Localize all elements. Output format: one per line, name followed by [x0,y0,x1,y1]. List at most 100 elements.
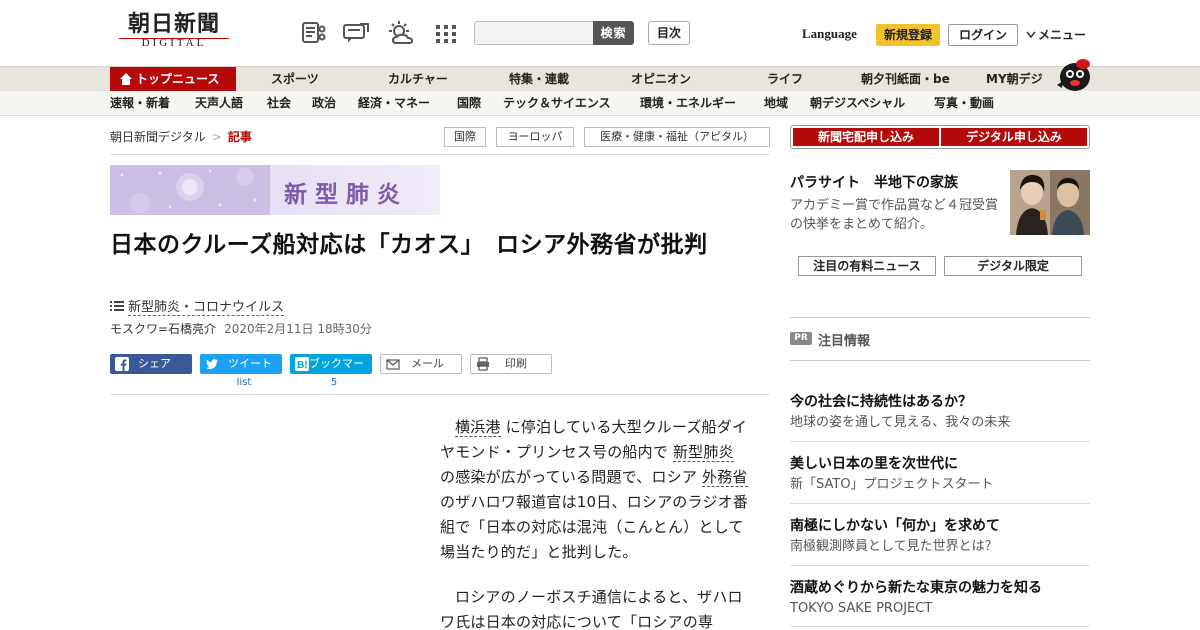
topic-label: 新型肺炎・コロナウイルス [128,300,285,316]
keyword-link-pneumonia[interactable]: 新型肺炎 [672,443,734,462]
tag-medical[interactable]: 医療・健康・福祉（アピタル） [584,127,770,147]
svg-text:B!: B! [297,360,308,371]
mail-share-button[interactable]: メール [380,354,462,374]
mail-label: メール [411,357,444,370]
login-button[interactable]: ログイン [948,24,1018,46]
pr-item[interactable]: 酒蔵めぐりから新たな東京の魅力を知る TOKYO SAKE PROJECT [790,578,1090,619]
search-button[interactable]: 検索 [593,21,634,45]
topic-banner[interactable]: 新型肺炎 [110,165,440,215]
hatena-label: ブックマーク [309,357,364,390]
toc-button[interactable]: 目次 [648,21,690,45]
facebook-label: シェア [138,357,171,370]
nav-paper[interactable]: 朝夕刊紙面・be [861,67,950,91]
pr-badge: PR [790,332,812,345]
paragraph-text: の感染が広がっている問題で、ロシア [440,468,698,486]
article-headline: 日本のクルーズ船対応は「カオス」 ロシア外務省が批判 [110,232,708,258]
mascot-icon[interactable] [1053,55,1093,93]
hatena-bookmark-button[interactable]: B! ブックマーク [290,354,372,390]
divider [110,154,770,155]
promo-thumbnail[interactable] [1010,170,1090,235]
pr-item-title: 美しい日本の里を次世代に [790,456,958,472]
site-logo[interactable]: 朝日新聞 DIGITAL [115,12,233,54]
promo-title[interactable]: パラサイト 半地下の家族 [790,172,958,192]
weather-icon[interactable] [386,20,414,46]
divider [790,360,1090,361]
subnav-environment[interactable]: 環境・エネルギー [640,91,736,116]
nav-top-news[interactable]: トップニュース [110,67,236,91]
pr-item-title: 南極にしかない「何か」を求めて [790,518,1000,534]
subnav-tech[interactable]: テック＆サイエンス [503,91,611,116]
facebook-share-button[interactable]: シェア [110,354,192,374]
byline: モスクワ=石橋亮介 2020年2月11日 18時30分 [110,320,372,337]
chevron-down-icon [1026,31,1036,39]
pr-item[interactable]: 美しい日本の里を次世代に 新「SATO」プロジェクトスタート [790,454,1090,495]
logo-jp: 朝日新聞 [127,11,220,37]
logo-divider [119,38,229,39]
newspaper-subscribe-button[interactable]: 新聞宅配申し込み [793,128,939,146]
facebook-icon [115,357,129,371]
subnav-special[interactable]: 朝デジスペシャル [810,91,905,116]
subnav-politics[interactable]: 政治 [312,91,336,116]
nav-sports[interactable]: スポーツ [271,67,319,91]
speech-bubble-icon[interactable] [342,20,370,46]
register-button[interactable]: 新規登録 [876,24,940,46]
hatena-bookmark-icon: B! [295,357,309,371]
tag-international[interactable]: 国際 [444,127,486,147]
grid-icon[interactable] [432,20,460,46]
publish-date: 2020年2月11日 18時30分 [224,322,372,336]
menu-button[interactable]: メニュー [1026,26,1086,43]
menu-label: メニュー [1038,28,1087,42]
search-input[interactable] [474,21,594,45]
home-icon [120,73,132,85]
digital-subscribe-button[interactable]: デジタル申し込み [941,128,1087,146]
breadcrumb: 朝日新聞デジタル > 記事 [110,128,252,145]
divider [110,394,770,395]
list-icon [110,301,124,311]
paid-news-button[interactable]: 注目の有料ニュース [798,256,936,276]
keyword-link-yokohama[interactable]: 横浜港 [455,418,501,437]
keyword-link-foreign-ministry[interactable]: 外務省 [702,468,748,487]
divider [790,626,1090,627]
print-label: 印刷 [505,357,527,370]
print-button[interactable]: 印刷 [470,354,552,374]
hatena-count[interactable]: 5 [290,377,378,388]
breadcrumb-site[interactable]: 朝日新聞デジタル [110,130,206,144]
subnav-breaking[interactable]: 速報・新着 [110,91,170,116]
subnav-international[interactable]: 国際 [457,91,481,116]
language-link[interactable]: Language [802,26,857,42]
nav-label: トップニュース [136,72,220,86]
nav-features[interactable]: 特集・連載 [509,67,569,91]
banner-title: 新型肺炎 [284,182,408,208]
subnav-society[interactable]: 社会 [267,91,291,116]
nav-culture[interactable]: カルチャー [388,67,448,91]
subnav-photo[interactable]: 写真・動画 [934,91,994,116]
pr-item-title: 今の社会に持続性はあるか？ [790,394,972,410]
breadcrumb-separator: > [211,130,222,144]
twitter-share-button[interactable]: ツイート [200,354,282,374]
nav-my-asadeji[interactable]: MY朝デジ [986,67,1043,91]
subnav-region[interactable]: 地域 [764,91,788,116]
twitter-icon [206,359,218,369]
pr-item[interactable]: 南極にしかない「何か」を求めて 南極観測隊員として見た世界とは？ [790,516,1090,557]
twitter-count[interactable]: list [200,377,288,388]
article-paragraph: 横浜港 に停泊している大型クルーズ船ダイヤモンド・プリンセス号の船内で 新型肺炎… [440,415,752,565]
promo-description: アカデミー賞で作品賞など４冠受賞の快挙をまとめて紹介。 [790,198,999,232]
subnav-economy[interactable]: 経済・マネー [358,91,430,116]
pr-item-title: 酒蔵めぐりから新たな東京の魅力を知る [790,580,1042,596]
nav-opinion[interactable]: オピニオン [631,67,691,91]
printer-icon [477,357,489,371]
digital-only-button[interactable]: デジタル限定 [944,256,1082,276]
pr-item[interactable]: 今の社会に持続性はあるか？ 地球の姿を通して見える、我々の未来 [790,392,1090,433]
subnav-tensei[interactable]: 天声人語 [195,91,243,116]
topic-link[interactable]: 新型肺炎・コロナウイルス [110,296,285,316]
nav-life[interactable]: ライフ [767,67,803,91]
category-nav: トップニュース スポーツ カルチャー 特集・連載 オピニオン ライフ 朝夕刊紙面… [0,66,1200,91]
tag-europe[interactable]: ヨーロッパ [496,127,574,147]
paragraph-text: のザハロワ報道官は10日、ロシアのラジオ番組で「日本の対応は混沌（こんとん）とし… [440,493,748,561]
subscribe-box: 新聞宅配申し込み デジタル申し込み [790,125,1090,149]
divider [790,565,1090,566]
breadcrumb-current: 記事 [227,130,252,144]
pr-item-description: TOKYO SAKE PROJECT [790,601,933,616]
newspaper-icon[interactable] [300,20,328,46]
author: モスクワ=石橋亮介 [110,322,217,336]
